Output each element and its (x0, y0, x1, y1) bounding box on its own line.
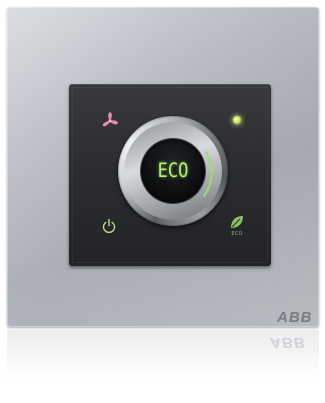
control-panel: ECO ECO (69, 84, 271, 266)
mode-label: ECO (157, 159, 189, 183)
eco-button-caption: ECO (231, 231, 243, 237)
temperature-dial[interactable]: ECO (118, 116, 228, 226)
brand-logo-reflection: ABB (270, 334, 306, 351)
wall-plate: ECO ECO ABB (7, 7, 319, 327)
leaf-icon (229, 214, 245, 230)
brand-logo: ABB (277, 309, 313, 326)
eco-mode-button[interactable]: ECO (225, 214, 249, 240)
display-window: ECO (141, 139, 205, 203)
power-icon[interactable] (101, 218, 117, 234)
status-led-indicator (233, 116, 241, 124)
